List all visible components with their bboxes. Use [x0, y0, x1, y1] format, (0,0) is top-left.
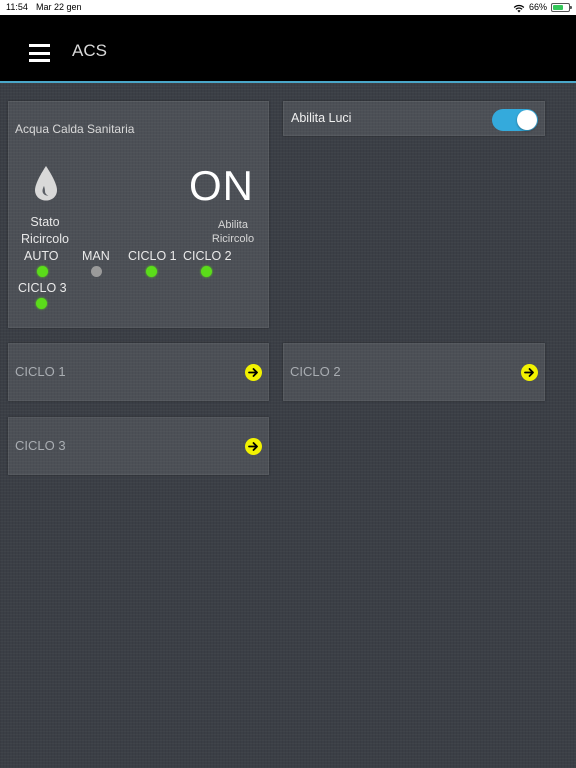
- app-header: ACS: [0, 15, 576, 83]
- abilita-ricircolo-button[interactable]: Abilita Ricircolo: [205, 218, 261, 246]
- water-drop-icon: [35, 166, 57, 201]
- ciclo-1-label: CICLO 1: [15, 364, 66, 379]
- battery-icon: [551, 3, 572, 12]
- abilita-luci-toggle[interactable]: [492, 109, 538, 131]
- mode-led-ciclo-3: [36, 298, 47, 309]
- mode-label-ciclo-3: CICLO 3: [18, 281, 67, 295]
- ciclo-3-label: CICLO 3: [15, 438, 66, 453]
- battery-percent: 66%: [528, 2, 547, 12]
- arrow-right-circle-icon[interactable]: [245, 438, 262, 455]
- acs-card: Acqua Calda Sanitaria ON Stato Ricircolo…: [8, 101, 269, 328]
- ciclo-1-card[interactable]: CICLO 1: [8, 343, 269, 401]
- hamburger-menu-icon[interactable]: [29, 44, 50, 62]
- stato-ricircolo-label: Stato Ricircolo: [21, 215, 69, 246]
- mode-led-ciclo-1: [146, 266, 157, 277]
- mode-label-ciclo-1: CICLO 1: [128, 249, 177, 263]
- ciclo-3-card[interactable]: CICLO 3: [8, 417, 269, 475]
- mode-led-ciclo-2: [201, 266, 212, 277]
- status-indicators: 66%: [513, 0, 572, 15]
- status-time: 11:54: [6, 2, 28, 12]
- recirculation-status-value: ON: [189, 162, 254, 209]
- mode-label-auto: AUTO: [24, 249, 59, 263]
- abilita-luci-label: Abilita Luci: [291, 111, 352, 125]
- page-title: ACS: [72, 41, 107, 60]
- wifi-icon: [513, 4, 525, 12]
- ciclo-2-label: CICLO 2: [290, 364, 341, 379]
- toggle-knob: [517, 110, 537, 130]
- status-bar: 11:54 Mar 22 gen 66%: [0, 0, 576, 15]
- battery-level-fill: [553, 5, 563, 10]
- acs-card-title: Acqua Calda Sanitaria: [15, 122, 135, 136]
- arrow-right-circle-icon[interactable]: [521, 364, 538, 381]
- mode-led-auto: [37, 266, 48, 277]
- mode-led-man: [91, 266, 102, 277]
- abilita-luci-row: Abilita Luci: [283, 101, 545, 136]
- status-date: Mar 22 gen: [36, 2, 82, 12]
- ciclo-2-card[interactable]: CICLO 2: [283, 343, 545, 401]
- mode-label-man: MAN: [82, 249, 110, 263]
- arrow-right-circle-icon[interactable]: [245, 364, 262, 381]
- mode-label-ciclo-2: CICLO 2: [183, 249, 232, 263]
